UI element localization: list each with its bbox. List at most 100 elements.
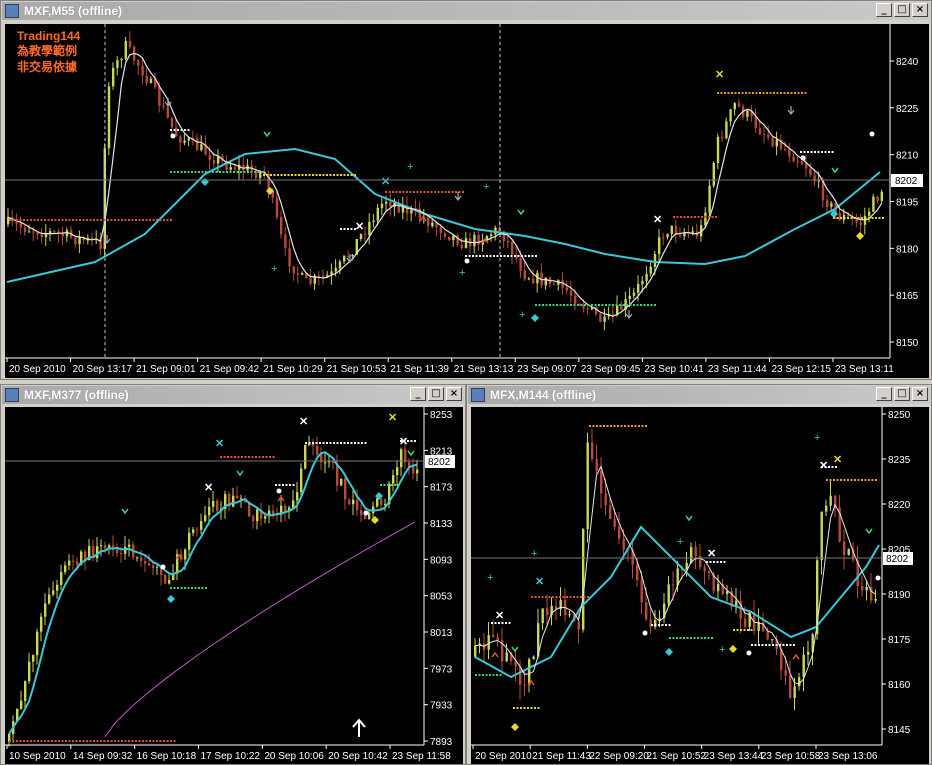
candle-body: [208, 506, 211, 516]
level-dot: [128, 740, 130, 742]
maximize-button[interactable]: □: [894, 387, 910, 401]
level-dot: [312, 442, 314, 444]
candle-body: [487, 635, 490, 650]
candle-body: [847, 548, 850, 555]
level-dot: [701, 216, 703, 218]
title-bar[interactable]: MXF,M55 (offline) _ □ ×: [2, 2, 930, 20]
candle-body: [805, 164, 808, 169]
level-dot: [284, 174, 286, 176]
plus-signal-icon: +: [814, 432, 820, 444]
candle-body: [304, 444, 307, 469]
chart-canvas[interactable]: ✕✕✕ ✕✕ 8253821381738133809380538013797379…: [5, 407, 463, 764]
candle-body: [116, 548, 119, 554]
level-dot: [54, 219, 57, 221]
time-axis: 20 Sep 2010 20 Sep 13:17 21 Sep 09:01 21 Se…: [6, 358, 894, 375]
candle-body: [861, 586, 864, 591]
candle-body: [280, 217, 283, 235]
level-dot: [569, 596, 572, 598]
level-dot: [93, 740, 95, 742]
level-dot: [640, 304, 642, 306]
price-chart[interactable]: + + + + + ✕ ✕ ✕ ✕ Trading144 為教學範例 非交易依據 8240 822…: [5, 24, 929, 378]
level-dot: [135, 740, 137, 742]
chart-window-mxf-m55[interactable]: MXF,M55 (offline) _ □ × + + + + + ✕ ✕ ✕ ✕ Tradin…: [0, 0, 932, 380]
level-dot: [475, 674, 477, 676]
time-tick-label: 23 Sep 11:58: [392, 751, 451, 762]
candle-body: [763, 133, 766, 135]
candle-body: [690, 547, 693, 563]
level-dot: [857, 479, 860, 481]
level-dot: [615, 304, 618, 306]
level-dot: [72, 219, 74, 221]
time-tick-label: 23 Sep 11:44: [708, 364, 767, 375]
candle-body: [708, 571, 711, 574]
level-dot: [491, 622, 493, 624]
level-dot: [508, 622, 511, 624]
level-dot: [194, 587, 197, 589]
level-dot: [149, 219, 151, 221]
level-dot: [741, 92, 744, 94]
level-dot: [789, 644, 792, 646]
minimize-button[interactable]: _: [410, 387, 426, 401]
close-button[interactable]: ×: [912, 3, 928, 17]
candle-body: [36, 631, 39, 656]
candle-body: [600, 470, 603, 494]
level-dot: [531, 596, 533, 598]
candle-body: [100, 545, 103, 547]
level-dot: [521, 255, 523, 257]
signal-markers: ✕✕✕ ✕✕: [121, 412, 415, 603]
level-dot: [301, 174, 304, 176]
minimize-button[interactable]: _: [876, 3, 892, 17]
level-dot: [517, 255, 520, 257]
level-dot: [121, 740, 123, 742]
level-dot: [54, 740, 57, 742]
level-dot: [758, 644, 760, 646]
candle-body: [792, 156, 795, 162]
level-dot: [821, 151, 823, 153]
price-chart[interactable]: ✕ ✕ ✕ ✕ ✕ 8253 8213 8173 8133 8093 8053 8013 7973 79…: [5, 407, 463, 764]
level-dot: [828, 151, 830, 153]
level-dot: [724, 92, 726, 94]
chart-window-mxf-m377[interactable]: MXF,M377 (offline) _ □ × ✕ ✕ ✕ ✕ ✕ 8253 8213 8…: [0, 384, 466, 765]
candle-body: [412, 466, 415, 474]
close-button[interactable]: ×: [912, 387, 928, 401]
maximize-button[interactable]: □: [894, 3, 910, 17]
level-dot: [731, 92, 733, 94]
level-dot: [555, 596, 558, 598]
chart-canvas[interactable]: ✕✕✕✕ ✕+++++ 82508235822082058190817581608…: [471, 407, 929, 764]
level-dot: [448, 191, 450, 193]
price-chart[interactable]: ✕ ✕ ✕ ✕ ✕ + + + + + 8250 8235 8220 8205 8190 8175 8160 8…: [471, 407, 929, 764]
close-button[interactable]: ×: [446, 387, 462, 401]
maximize-button[interactable]: □: [428, 387, 444, 401]
title-bar[interactable]: MFX,M144 (offline) _ □ ×: [468, 386, 930, 404]
cross-signal-icon: ✕: [399, 436, 408, 448]
down-arrow-icon: [454, 192, 462, 201]
level-dot: [800, 151, 802, 153]
candle-body: [448, 236, 451, 240]
level-dot: [636, 304, 639, 306]
candle-body: [359, 234, 363, 240]
chart-window-mfx-m144[interactable]: MFX,M144 (offline) _ □ × ✕ ✕ ✕ ✕ ✕ + + + + + 8250…: [466, 384, 932, 765]
level-dot: [622, 304, 625, 306]
candle-body: [865, 586, 868, 591]
level-dot: [354, 442, 356, 444]
level-dot: [248, 456, 250, 458]
candle-body: [586, 442, 589, 530]
level-dot: [170, 587, 172, 589]
title-bar[interactable]: MXF,M377 (offline) _ □ ×: [2, 386, 464, 404]
level-dot: [236, 171, 239, 173]
candle-body: [96, 546, 99, 559]
candle-body: [372, 220, 375, 222]
cross-signal-icon: ✕: [215, 438, 224, 450]
candle-body: [204, 515, 207, 522]
candle-body: [396, 467, 399, 476]
candle-body: [876, 196, 879, 201]
ma-slow-line: [6, 147, 881, 283]
minimize-button[interactable]: _: [876, 387, 892, 401]
level-dot: [350, 442, 353, 444]
chart-canvas[interactable]: + + + + + ✕ ✕ ✕ ✕ Trading144 為教學範例 非交易依據 8240 822…: [5, 24, 929, 378]
level-dot: [40, 740, 43, 742]
level-dot: [840, 217, 842, 219]
dot-signal-icon: [746, 650, 752, 656]
down-arrow-icon: [787, 106, 795, 115]
level-dot: [793, 644, 795, 646]
